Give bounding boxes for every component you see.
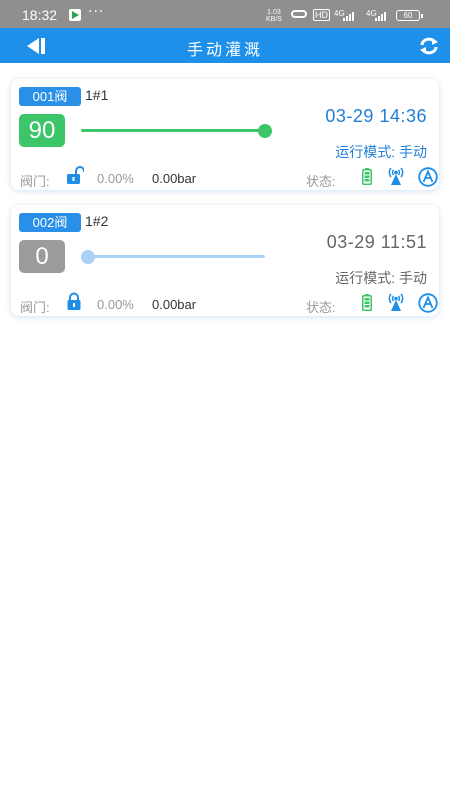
run-mode: 运行模式: 手动	[335, 270, 427, 286]
status-time: 18:32	[22, 7, 58, 23]
valve-percent: 0.00%	[97, 297, 134, 312]
device-name: 1#1	[85, 87, 109, 103]
battery-icon: 60	[396, 10, 423, 21]
link-icon	[291, 10, 307, 18]
auto-mode-icon	[418, 167, 438, 187]
valve-value: 0	[19, 240, 65, 273]
signal-bars-icon	[343, 12, 354, 21]
valve-label: 阀门:	[20, 174, 50, 189]
device-name: 1#2	[85, 213, 109, 229]
network-speed-value: 1.03	[267, 9, 281, 16]
valve-id-badge: 002阀	[19, 213, 81, 232]
network-speed-unit: KB/S	[266, 16, 282, 23]
battery-status-icon	[362, 294, 372, 311]
valve-card[interactable]: 002阀 1#2 0 03-29 11:51 运行模式: 手动 阀门: 0.00…	[11, 205, 439, 316]
valve-value: 90	[19, 114, 65, 147]
unlocked-icon[interactable]	[66, 166, 84, 185]
signal-bars-icon-2	[375, 12, 386, 21]
auto-mode-icon	[418, 293, 438, 313]
valve-pressure: 0.00bar	[152, 171, 197, 186]
slider-track	[81, 255, 265, 258]
run-mode: 运行模式: 手动	[335, 144, 427, 160]
status-bar: 18:32 ··· 1.03 KB/S HD 4G 4G 60	[0, 0, 450, 28]
battery-status-icon	[362, 168, 372, 185]
valve-pressure: 0.00bar	[152, 297, 197, 312]
status-label: 状态:	[306, 300, 336, 315]
more-notifications-icon: ···	[88, 4, 105, 20]
valve-card[interactable]: 001阀 1#1 90 03-29 14:36 运行模式: 手动 阀门: 0.0…	[11, 79, 439, 190]
network-speed: 1.03 KB/S	[266, 9, 282, 23]
page-title: 手动灌溉	[186, 40, 263, 59]
last-update-time: 03-29 11:51	[326, 232, 427, 252]
slider-track	[81, 129, 265, 132]
hd-icon: HD	[313, 9, 330, 21]
play-store-icon	[69, 9, 81, 21]
locked-icon[interactable]	[66, 292, 84, 311]
last-update-time: 03-29 14:36	[325, 106, 427, 126]
valve-info-row: 阀门: 0.00% 0.00bar 状态:	[20, 292, 438, 315]
refresh-icon[interactable]	[418, 36, 440, 56]
wireless-signal-icon	[388, 167, 404, 185]
valve-info-row: 阀门: 0.00% 0.00bar 状态:	[20, 166, 438, 189]
app-header: 手动灌溉	[0, 28, 450, 63]
valve-slider[interactable]	[81, 249, 265, 265]
valve-percent: 0.00%	[97, 171, 134, 186]
slider-thumb[interactable]	[258, 124, 272, 138]
valve-id-badge: 001阀	[19, 87, 81, 106]
slider-thumb[interactable]	[81, 250, 95, 264]
wireless-signal-icon	[388, 293, 404, 311]
valve-label: 阀门:	[20, 300, 50, 315]
valve-slider[interactable]	[81, 123, 272, 139]
status-label: 状态:	[306, 174, 336, 189]
